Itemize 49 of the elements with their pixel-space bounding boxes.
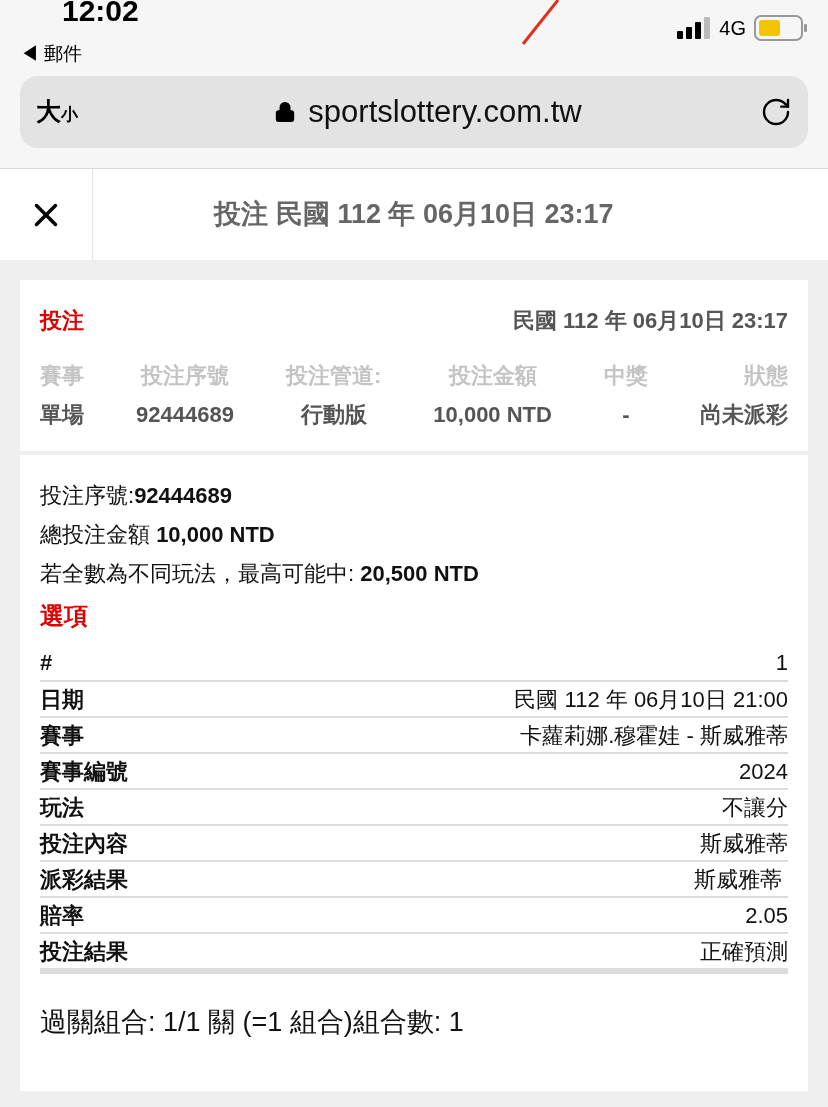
status-time: 12:02	[62, 0, 139, 26]
column-value: -	[622, 401, 630, 429]
row-label: 賽事編號	[40, 757, 128, 786]
lock-icon	[274, 101, 297, 123]
combination-text: 過關組合: 1/1 關 (=1 組合)組合數: 1	[40, 1006, 465, 1039]
column-heading: 中獎	[603, 362, 648, 390]
network-label: 4G	[719, 16, 746, 41]
row-value: 2024	[739, 757, 788, 786]
bet-datetime: 民國 112 年 06月10日 23:17	[512, 307, 788, 335]
row-value: 卡蘿莉娜.穆霍娃 - 斯威雅蒂	[520, 721, 788, 750]
signal-icon	[677, 17, 712, 39]
text-size-button[interactable]: 大小	[36, 93, 96, 131]
row-label: #	[40, 648, 53, 677]
row-label: 賠率	[40, 901, 84, 930]
row-value: 斯威雅蒂	[700, 829, 788, 858]
row-label: 投注內容	[40, 829, 128, 858]
detail-line: 總投注金額 10,000 NTD	[40, 521, 276, 549]
reload-icon[interactable]	[760, 96, 792, 128]
annotation-stroke	[520, 0, 560, 46]
column-heading: 投注序號	[140, 362, 229, 390]
url-text: sportslottery.com.tw	[308, 92, 582, 131]
row-label: 玩法	[40, 793, 84, 822]
column-value: 行動版	[300, 401, 367, 429]
row-label: 投注結果	[40, 937, 128, 966]
column-value: 10,000 NTD	[433, 401, 552, 429]
address-bar[interactable]: 大小 sportslottery.com.tw	[20, 76, 808, 148]
column-heading: 賽事	[40, 362, 84, 390]
row-value: 不讓分	[722, 793, 788, 822]
row-label: 派彩結果	[40, 865, 128, 894]
column-heading: 投注管道:	[285, 362, 382, 390]
column-value: 92444689	[136, 401, 234, 429]
row-label: 賽事	[40, 721, 84, 750]
row-label: 日期	[40, 685, 84, 714]
row-value: 2.05	[745, 901, 788, 930]
page-title: 投注 民國 112 年 06月10日 23:17	[212, 198, 615, 232]
column-value: 單場	[40, 401, 84, 429]
column-heading: 投注金額	[448, 362, 537, 390]
row-value: 民國 112 年 06月10日 21:00	[514, 685, 788, 714]
row-value: 1	[775, 648, 788, 677]
column-heading: 狀態	[744, 362, 788, 390]
detail-line: 投注序號:92444689	[40, 482, 233, 510]
row-value: 斯威雅蒂	[693, 865, 783, 894]
column-value: 尚未派彩	[700, 401, 788, 429]
back-to-app-link[interactable]: ◀ 郵件	[20, 40, 139, 69]
battery-icon	[754, 15, 808, 41]
options-title: 選項	[40, 601, 89, 631]
row-value: 正確預測	[700, 937, 788, 966]
bet-label: 投注	[40, 307, 84, 335]
detail-line: 若全數為不同玩法，最高可能中: 20,500 NTD	[40, 560, 480, 588]
